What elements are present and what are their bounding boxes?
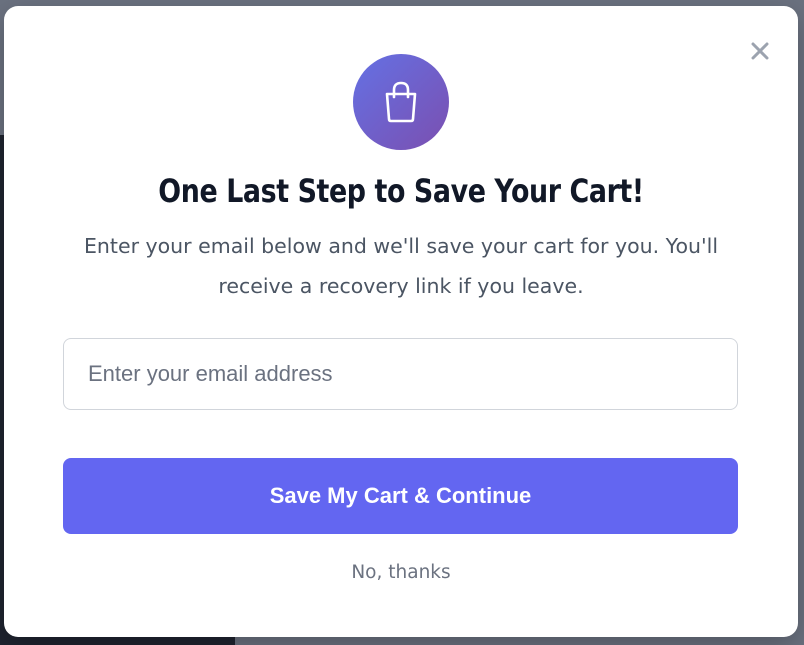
close-icon [751, 42, 769, 60]
save-cart-modal: One Last Step to Save Your Cart! Enter y… [4, 6, 798, 637]
shopping-bag-badge [353, 54, 449, 150]
close-button[interactable] [748, 38, 772, 64]
modal-title: One Last Step to Save Your Cart! [158, 172, 644, 210]
decline-link[interactable]: No, thanks [301, 558, 501, 586]
save-cart-button[interactable]: Save My Cart & Continue [63, 458, 738, 534]
modal-description: Enter your email below and we'll save yo… [83, 234, 719, 298]
shopping-bag-icon [385, 81, 417, 123]
email-field[interactable] [63, 338, 738, 410]
